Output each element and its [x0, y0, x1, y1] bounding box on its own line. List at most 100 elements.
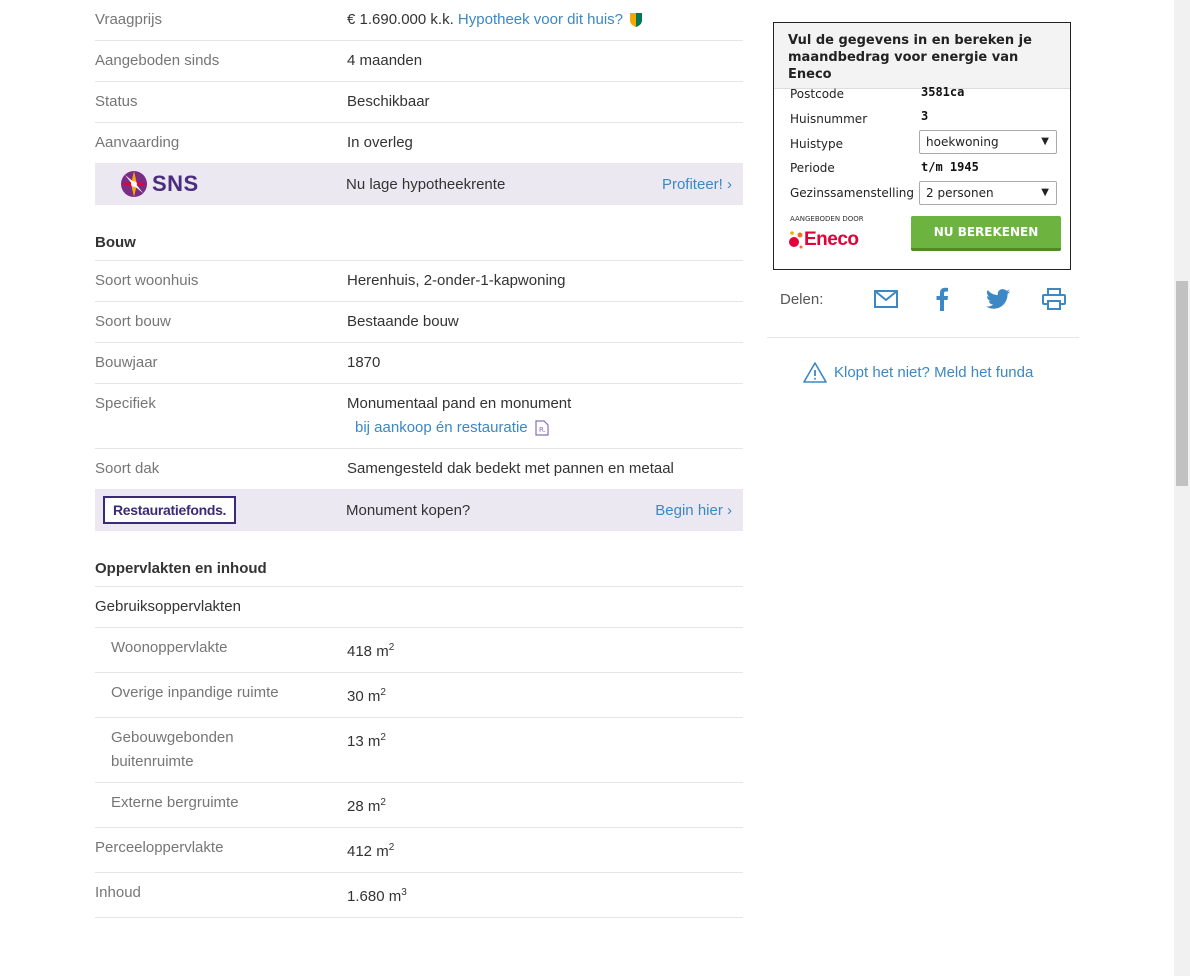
- roof-row: Soort dak Samengesteld dak bedekt met pa…: [95, 449, 743, 489]
- bouw-row: Soort woonhuis Herenhuis, 2-onder-1-kapw…: [95, 261, 743, 302]
- row-label: Inhoud: [95, 884, 141, 901]
- bouw-row: Soort bouw Bestaande bouw: [95, 302, 743, 343]
- status-value: Beschikbaar: [347, 93, 430, 110]
- row-value: 13 m: [347, 733, 381, 750]
- postcode-value[interactable]: 3581ca: [921, 85, 964, 99]
- acceptance-row: Aanvaarding In overleg: [95, 123, 743, 163]
- eneco-dots-icon: [789, 231, 803, 249]
- specifiek-value: Monumentaal pand en monument: [347, 395, 572, 412]
- restauratiefonds-text: Monument kopen?: [346, 501, 471, 519]
- area-row: Perceeloppervlakte 412 m2: [95, 828, 743, 873]
- scrollbar[interactable]: [1174, 0, 1190, 976]
- status-label: Status: [95, 93, 138, 110]
- gebruiksoppervlakten-heading: Gebruiksoppervlakten: [95, 587, 743, 628]
- unit-sup: 2: [388, 642, 395, 653]
- huisnummer-value[interactable]: 3: [921, 109, 928, 123]
- sns-logo: SNS: [95, 170, 346, 198]
- sns-star-icon: [121, 171, 147, 197]
- huisnummer-label: Huisnummer: [790, 112, 868, 126]
- scrollbar-thumb[interactable]: [1176, 281, 1188, 486]
- acceptance-label: Aanvaarding: [95, 134, 180, 151]
- bouw-heading: Bouw: [95, 205, 743, 261]
- row-value: 412 m: [347, 843, 389, 860]
- area-row: Gebouwgebonden buitenruimte 13 m2: [95, 718, 743, 783]
- report-link[interactable]: Klopt het niet? Meld het funda: [803, 362, 1033, 383]
- row-label: Externe bergruimte: [111, 794, 239, 811]
- since-value: 4 maanden: [347, 52, 423, 69]
- roof-value: Samengesteld dak bedekt met pannen en me…: [347, 460, 674, 477]
- twitter-icon[interactable]: [986, 289, 1010, 309]
- unit-sup: 2: [380, 797, 386, 808]
- row-value: 28 m: [347, 798, 381, 815]
- area-row: Overige inpandige ruimte 30 m2: [95, 673, 743, 718]
- huistype-select[interactable]: hoekwoning ▼: [919, 130, 1057, 154]
- row-value: Bestaande bouw: [347, 313, 459, 330]
- print-icon[interactable]: [1042, 288, 1066, 310]
- widget-heading: Vul de gegevens in en bereken je maandbe…: [774, 23, 1070, 89]
- price-row: Vraagprijs € 1.690.000 k.k. Hypotheek vo…: [95, 0, 743, 41]
- sns-logo-text: SNS: [152, 171, 199, 196]
- row-label: Perceeloppervlakte: [95, 839, 224, 856]
- since-label: Aangeboden sinds: [95, 52, 220, 69]
- eneco-logo-text: Eneco: [804, 229, 859, 250]
- roof-label: Soort dak: [95, 460, 160, 477]
- restauratiefonds-cta-link[interactable]: Begin hier ›: [655, 502, 743, 519]
- row-label-cont: buitenruimte: [111, 753, 194, 770]
- bouw-row: Bouwjaar 1870: [95, 343, 743, 384]
- area-row: Inhoud 1.680 m3: [95, 873, 743, 918]
- svg-text:R.: R.: [539, 426, 546, 434]
- area-row: Woonoppervlakte 418 m2: [95, 628, 743, 673]
- postcode-label: Postcode: [790, 87, 845, 101]
- mortgage-link[interactable]: Hypotheek voor dit huis?: [458, 8, 623, 32]
- sns-promo[interactable]: SNS Nu lage hypotheekrente Profiteer! ›: [95, 163, 743, 205]
- periode-label: Periode: [790, 161, 835, 175]
- restauratiefonds-logo: Restauratiefonds.: [95, 496, 346, 524]
- specifiek-row: Specifiek Monumentaal pand en monument b…: [95, 384, 743, 449]
- document-icon: R.: [535, 420, 549, 436]
- since-row: Aangeboden sinds 4 maanden: [95, 41, 743, 82]
- row-label: Soort woonhuis: [95, 272, 199, 289]
- warning-icon: [803, 362, 827, 383]
- sns-cta-link[interactable]: Profiteer! ›: [662, 176, 743, 193]
- status-row: Status Beschikbaar: [95, 82, 743, 123]
- eneco-logo: Eneco: [788, 229, 859, 251]
- share-label: Delen:: [780, 290, 824, 308]
- sns-promo-text: Nu lage hypotheekrente: [346, 175, 506, 193]
- gezin-select[interactable]: 2 personen ▼: [919, 181, 1057, 205]
- restauratiefonds-logo-text: Restauratiefonds.: [103, 496, 237, 524]
- row-value: 1870: [347, 354, 381, 371]
- row-label: Overige inpandige ruimte: [111, 684, 279, 701]
- row-value: Herenhuis, 2-onder-1-kapwoning: [347, 272, 566, 289]
- mail-icon[interactable]: [874, 290, 898, 308]
- specifiek-label: Specifiek: [95, 395, 156, 412]
- huistype-label: Huistype: [790, 137, 844, 151]
- oppervlakten-heading: Oppervlakten en inhoud: [95, 531, 743, 587]
- dropdown-arrow-icon: ▼: [1041, 136, 1049, 147]
- unit-sup: 3: [401, 887, 407, 898]
- price-label: Vraagprijs: [95, 11, 162, 28]
- offered-by-label: AANGEBODEN DOOR: [790, 215, 864, 223]
- restauratiefonds-promo[interactable]: Restauratiefonds. Monument kopen? Begin …: [95, 489, 743, 531]
- area-row: Externe bergruimte 28 m2: [95, 783, 743, 828]
- unit-sup: 2: [380, 687, 386, 698]
- unit-sup: 2: [388, 842, 395, 853]
- row-label: Gebouwgebonden: [111, 729, 234, 746]
- calculate-button[interactable]: NU BEREKENEN: [911, 216, 1061, 251]
- price-value: € 1.690.000 k.k.: [347, 11, 454, 28]
- periode-value: t/m 1945: [921, 160, 979, 174]
- facebook-icon[interactable]: [936, 287, 948, 311]
- gezin-selected: 2 personen: [926, 186, 994, 200]
- row-label: Bouwjaar: [95, 354, 158, 371]
- shield-icon: [630, 13, 643, 27]
- row-value: 1.680 m: [347, 888, 402, 905]
- share-bar: Delen:: [780, 285, 1082, 313]
- gezin-label: Gezinssamenstelling: [790, 186, 915, 200]
- row-value: 30 m: [347, 688, 381, 705]
- restoration-link[interactable]: bij aankoop én restauratie: [355, 416, 528, 440]
- eneco-widget: Vul de gegevens in en bereken je maandbe…: [773, 22, 1071, 270]
- row-label: Soort bouw: [95, 313, 171, 330]
- acceptance-value: In overleg: [347, 134, 413, 151]
- property-details: Vraagprijs € 1.690.000 k.k. Hypotheek vo…: [95, 0, 743, 918]
- unit-sup: 2: [380, 732, 386, 743]
- sidebar-divider: [767, 337, 1079, 338]
